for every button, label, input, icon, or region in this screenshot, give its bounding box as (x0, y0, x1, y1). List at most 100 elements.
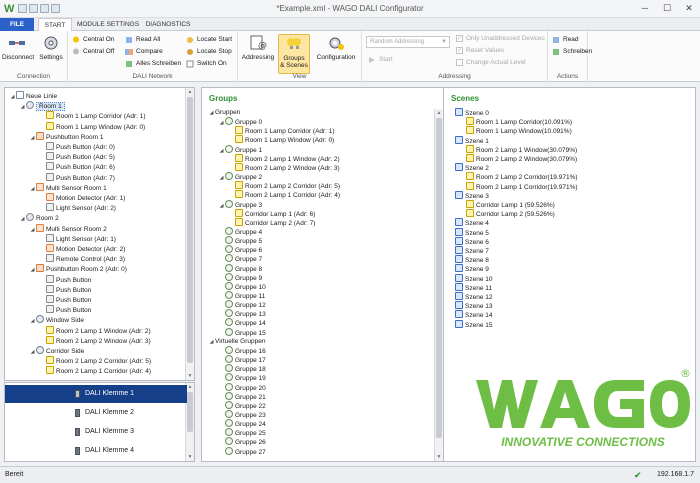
addressing-mode-select[interactable]: Random Addressing ▼ (366, 36, 450, 48)
dali-module-item[interactable]: DALI Klemme 1 (5, 385, 187, 403)
tree-node[interactable]: Gruppe 26 (218, 437, 266, 446)
collapse-icon[interactable]: ◢ (29, 348, 36, 357)
tree-node[interactable]: Szene 10 (448, 273, 492, 283)
tree-node[interactable]: Push Button (Adr: 5) (39, 152, 115, 161)
tree-node[interactable]: Room 1 Lamp Corridor (Adr: 1) (228, 126, 335, 135)
tree-node[interactable]: Push Button (39, 295, 91, 304)
scroll-up-icon[interactable]: ▲ (435, 109, 443, 117)
read-button[interactable]: Read (552, 35, 579, 45)
alles-schreiben-button[interactable]: Alles Schreiben (125, 59, 181, 69)
tree-node[interactable]: Gruppe 17 (218, 355, 266, 364)
tree-node[interactable]: Room 1 Lamp Window (Adr: 0) (39, 121, 145, 131)
tree-node[interactable]: Gruppe 14 (218, 318, 266, 327)
tree-node[interactable]: Corridor Lamp 1 (59.526%) (459, 200, 555, 209)
locate-stop-button[interactable]: Locate Stop (186, 47, 232, 57)
switch-on-button[interactable]: Switch On (186, 59, 227, 69)
scroll-down-icon[interactable]: ▼ (186, 453, 194, 461)
collapse-icon[interactable]: ◢ (29, 185, 36, 194)
tree-node[interactable]: Szene 11 (448, 282, 492, 292)
reset-values-checkbox[interactable]: ✓ Reset Values (456, 46, 504, 56)
tree-node[interactable]: Room 2 Lamp 2 Corridor (Adr: 5) (39, 356, 151, 365)
tree-node[interactable]: Szene 13 (448, 301, 492, 310)
tree-node[interactable]: Gruppe 25 (218, 428, 266, 437)
addressing-button[interactable]: @ Addressing (241, 34, 275, 61)
tree-node[interactable]: Room 2 Lamp 2 Corridor(19.971%) (459, 172, 578, 181)
tree-node[interactable]: Gruppe 18 (218, 364, 266, 373)
tree-node[interactable]: Motion Detector (Adr: 2) (39, 244, 125, 253)
configuration-button[interactable]: Configuration (314, 34, 358, 61)
tree-node[interactable]: Gruppe 23 (218, 409, 266, 419)
tree-node[interactable]: Szene 0 (448, 108, 489, 117)
tree-node[interactable]: Room 2 Lamp 1 Corridor(19.971%) (459, 181, 578, 191)
tree-node[interactable]: Szene 5 (448, 227, 489, 237)
tree-node[interactable]: Szene 2 (448, 163, 489, 172)
tree-node[interactable]: Room 1 Lamp Corridor (Adr: 1) (39, 111, 146, 120)
tree-node[interactable]: Szene 12 (448, 292, 492, 301)
tree-node[interactable]: Gruppe 12 (218, 300, 266, 309)
tree-node[interactable]: Gruppe 4 (218, 226, 262, 236)
minimize-icon[interactable]: ─ (638, 2, 652, 14)
tree-node[interactable]: Corridor Lamp 2 (Adr: 7) (228, 217, 315, 227)
tree-node[interactable]: Room 2 Lamp 2 Window (Adr: 3) (39, 335, 151, 345)
tree-node[interactable]: ◢ Gruppe 1 (218, 144, 262, 156)
tree-node[interactable]: Szene 9 (448, 264, 489, 273)
tree-node[interactable]: Gruppe 20 (218, 382, 266, 392)
tree-node[interactable]: Push Button (Adr: 6) (39, 162, 115, 171)
tree-node[interactable]: Room 2 Lamp 2 Window (Adr: 3) (228, 162, 340, 172)
central-on-button[interactable]: Central On (72, 35, 114, 45)
tree-node[interactable]: ◢ Window Side (29, 315, 84, 324)
tree-node[interactable]: Push Button (39, 274, 91, 284)
locate-start-button[interactable]: Locate Start (186, 35, 232, 45)
groups-scrollbar[interactable]: ▲ ▼ (434, 109, 443, 461)
collapse-icon[interactable]: ◢ (218, 147, 225, 156)
scroll-thumb[interactable] (187, 392, 193, 432)
groups-scenes-button[interactable]: Groups & Scenes (278, 34, 310, 74)
scroll-up-icon[interactable]: ▲ (186, 88, 194, 96)
tree-node[interactable]: Szene 7 (448, 246, 489, 255)
start-addressing-button[interactable]: Start (368, 55, 393, 65)
compare-button[interactable]: Compare (125, 47, 163, 57)
collapse-icon[interactable]: ◢ (19, 103, 26, 112)
settings-button[interactable]: Settings (36, 34, 66, 61)
tree-node[interactable]: Gruppe 11 (218, 291, 265, 300)
tree-node[interactable]: Szene 3 (448, 190, 489, 200)
schreiben-button[interactable]: Schreiben (552, 47, 592, 57)
read-all-button[interactable]: Read All (125, 35, 160, 45)
tree-node[interactable]: Push Button (Adr: 7) (39, 172, 115, 182)
tree-node[interactable]: Gruppe 9 (218, 272, 262, 282)
only-unaddressed-checkbox[interactable]: ✓ Only Unaddressed Devices (456, 34, 545, 44)
tree-node[interactable]: Szene 4 (448, 218, 489, 227)
tree-node[interactable]: Gruppe 24 (218, 419, 266, 428)
tree-node[interactable]: ◢ Neue Linie (9, 91, 57, 100)
collapse-icon[interactable]: ◢ (29, 317, 36, 326)
collapse-icon[interactable]: ◢ (29, 226, 36, 235)
tree-node[interactable]: Room 1 Lamp Window (Adr: 0) (228, 135, 334, 144)
tree-node[interactable]: Gruppe 21 (218, 391, 266, 401)
tree-node[interactable]: Room 2 Lamp 1 Window (Adr: 2) (228, 153, 340, 163)
tree-node[interactable]: Gruppe 7 (218, 254, 262, 263)
tree-node[interactable]: Light Sensor (Adr: 2) (39, 203, 116, 212)
tree-node[interactable]: Gruppe 16 (218, 345, 266, 355)
tree-node[interactable]: Room 2 Lamp 2 Corridor (Adr: 5) (228, 181, 340, 190)
dali-module-item[interactable]: DALI Klemme 3 (5, 423, 187, 441)
device-tree-scrollbar[interactable]: ▲ ▼ (185, 88, 194, 380)
tree-node[interactable]: ◢ Gruppe 3 (218, 199, 262, 211)
tree-node[interactable]: Room 2 Lamp 1 Window (Adr: 2) (39, 325, 151, 335)
central-off-button[interactable]: Central Off (72, 47, 114, 57)
tree-node[interactable]: Szene 15 (448, 319, 492, 329)
tree-node[interactable]: Motion Detector (Adr: 1) (39, 193, 125, 202)
collapse-icon[interactable]: ◢ (218, 174, 225, 183)
collapse-icon[interactable]: ◢ (218, 202, 225, 211)
tree-node[interactable]: ◢ Room 2 (19, 213, 59, 222)
collapse-icon[interactable]: ◢ (218, 119, 225, 128)
tree-node[interactable]: ◢ Pushbutton Room 1 (29, 131, 103, 143)
tree-node[interactable]: Gruppe 6 (218, 245, 262, 254)
tree-node[interactable]: ◢ Multi Sensor Room 2 (29, 223, 107, 235)
maximize-icon[interactable]: ☐ (660, 2, 674, 14)
tree-node[interactable]: ◢ Gruppe 2 (218, 172, 262, 181)
groups-panel[interactable]: Groups ▲ ▼ ◢ Gruppen ◢ Gruppe 0 Room 1 Lamp … (201, 87, 444, 462)
collapse-icon[interactable]: ◢ (29, 134, 36, 143)
tree-node[interactable]: ◢ Corridor Side (29, 346, 84, 355)
tab-module-settings[interactable]: MODULE SETTINGS (74, 18, 142, 31)
close-icon[interactable]: ✕ (682, 2, 696, 14)
